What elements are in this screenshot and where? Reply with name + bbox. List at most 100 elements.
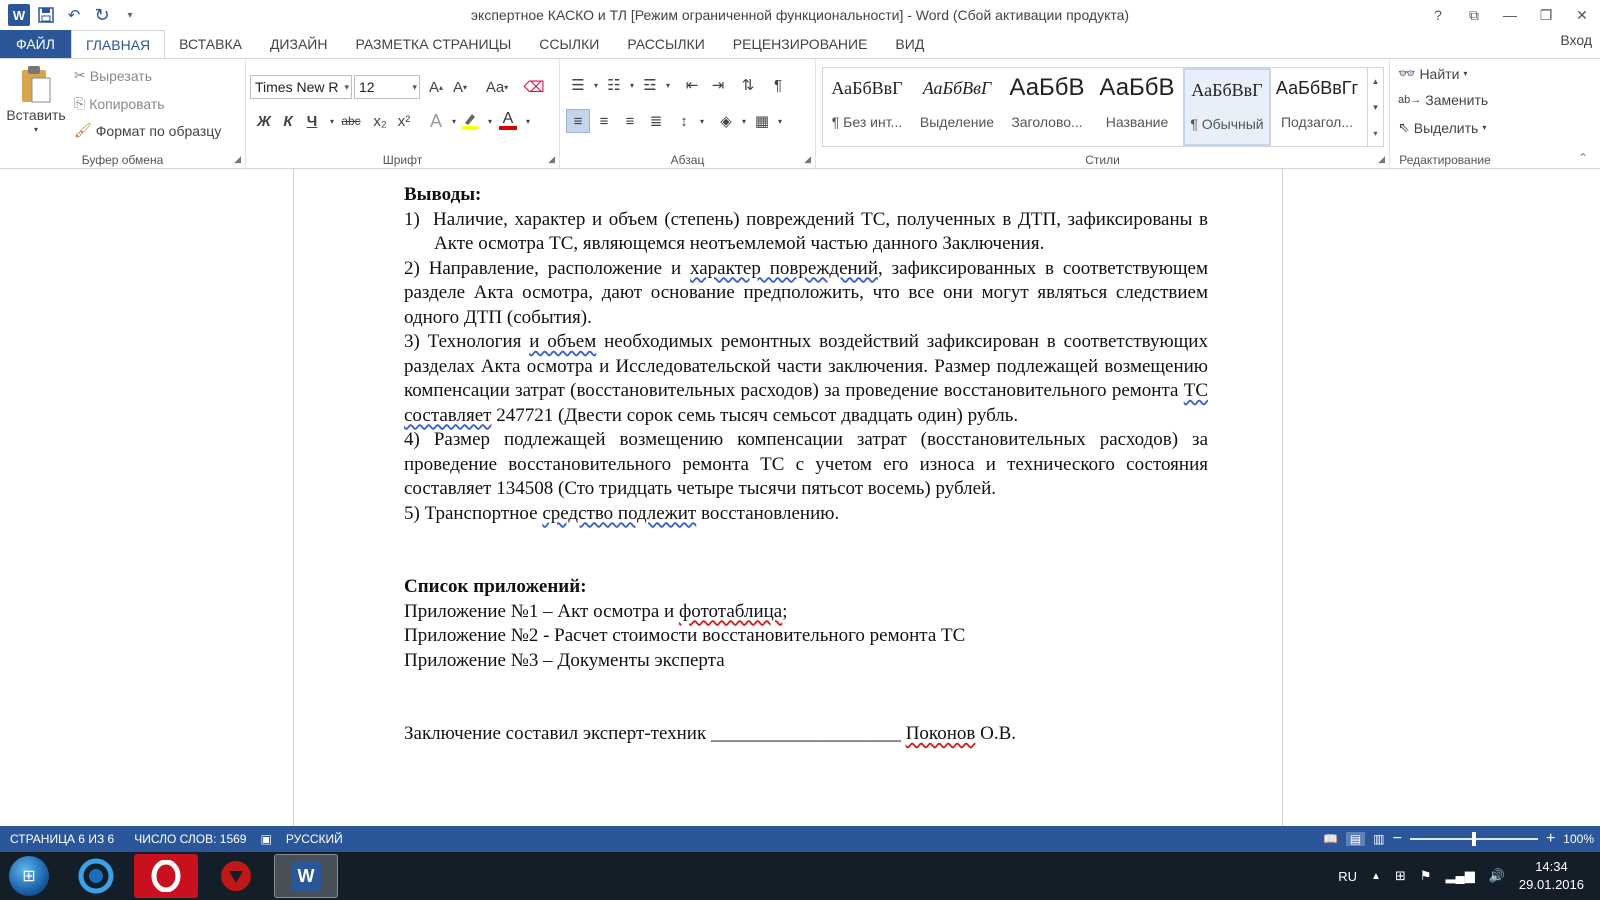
sort-icon[interactable]: ⇅	[736, 73, 760, 97]
bold-button[interactable]: Ж	[252, 109, 276, 133]
subscript-button[interactable]: x₂	[368, 109, 392, 133]
tab-insert[interactable]: ВСТАВКА	[165, 30, 256, 58]
show-marks-button[interactable]: ¶	[766, 73, 790, 97]
styles-more-icon[interactable]: ▾	[1373, 129, 1377, 138]
restore-button[interactable]: ❐	[1528, 0, 1564, 30]
font-family-value: Times New R	[255, 79, 339, 95]
cursor-icon: ⇖	[1398, 119, 1410, 135]
style-normal[interactable]: АаБбВвГ ¶ Обычный	[1183, 68, 1271, 146]
font-family-select[interactable]: Times New R ▾	[250, 75, 352, 99]
shrink-font-icon[interactable]: A ▾	[448, 75, 472, 99]
input-language[interactable]: RU	[1338, 869, 1357, 884]
start-button[interactable]: ⊞	[0, 852, 58, 900]
clipboard-launcher-icon[interactable]: ◢	[234, 154, 241, 165]
tab-review[interactable]: РЕЦЕНЗИРОВАНИЕ	[719, 30, 882, 58]
action-center-icon[interactable]: ⚑	[1420, 868, 1432, 884]
minimize-button[interactable]: —	[1492, 0, 1528, 30]
paragraph-launcher-icon[interactable]: ◢	[804, 154, 811, 165]
collapse-ribbon-icon[interactable]: ⌃	[1578, 151, 1588, 165]
italic-button[interactable]: К	[276, 109, 300, 133]
zoom-out-icon[interactable]: −	[1393, 830, 1402, 848]
help-button[interactable]: ?	[1420, 0, 1456, 30]
undo-icon[interactable]: ↶	[62, 3, 86, 27]
paste-dropdown-icon[interactable]: ▾	[34, 125, 38, 134]
text-run: Приложение №1 – Акт осмотра и	[404, 600, 679, 622]
network-icon[interactable]: ▂▄▆	[1446, 868, 1475, 884]
word-app-icon[interactable]: W	[8, 4, 30, 26]
zoom-slider[interactable]	[1409, 832, 1538, 846]
tab-design[interactable]: ДИЗАЙН	[256, 30, 342, 58]
find-button[interactable]: 👓 Найти ▾	[1398, 65, 1467, 82]
tab-file[interactable]: ФАЙЛ	[0, 30, 71, 58]
close-button[interactable]: ✕	[1564, 0, 1600, 30]
tab-page-layout[interactable]: РАЗМЕТКА СТРАНИЦЫ	[341, 30, 525, 58]
style-emphasis[interactable]: АаБбВвГ Выделение	[913, 68, 1001, 146]
tab-home[interactable]: ГЛАВНАЯ	[70, 30, 166, 58]
select-button[interactable]: ⇖ Выделить ▾	[1398, 119, 1486, 136]
grow-font-icon[interactable]: A ▴	[424, 75, 448, 99]
page-count[interactable]: СТРАНИЦА 6 ИЗ 6	[0, 832, 124, 846]
style-heading[interactable]: АаБбВ Заголово...	[1003, 68, 1091, 146]
taskbar-app-word[interactable]: W	[274, 854, 338, 898]
replace-button[interactable]: ab→ Заменить	[1398, 92, 1488, 108]
attachments-heading: Список приложений:	[404, 576, 587, 597]
multilevel-dropdown-icon[interactable]: ▾	[656, 73, 680, 97]
word-count[interactable]: ЧИСЛО СЛОВ: 1569	[124, 832, 256, 846]
taskbar-app-opera[interactable]	[134, 854, 198, 898]
text-run: ;	[782, 600, 788, 622]
font-size-select[interactable]: 12 ▾	[354, 75, 420, 99]
zoom-in-icon[interactable]: +	[1546, 830, 1555, 848]
save-icon[interactable]	[34, 3, 58, 27]
print-layout-icon[interactable]: ▤	[1345, 832, 1366, 846]
styles-down-icon[interactable]: ▼	[1372, 103, 1380, 112]
clear-formatting-icon[interactable]: ⌫	[522, 75, 546, 99]
styles-up-icon[interactable]: ▲	[1372, 77, 1380, 86]
align-right-icon[interactable]: ≡	[618, 109, 642, 133]
sign-in-link[interactable]: Вход	[1560, 32, 1592, 48]
line-spacing-dropdown-icon[interactable]: ▾	[690, 109, 714, 133]
style-subtitle[interactable]: АаБбВвГг Подзагол...	[1273, 68, 1361, 146]
zoom-slider-thumb[interactable]	[1471, 832, 1476, 846]
strikethrough-button[interactable]: abc	[336, 109, 366, 133]
web-layout-icon[interactable]: ▥	[1373, 832, 1384, 846]
change-case-button[interactable]: Aa ▾	[480, 75, 514, 99]
tab-references[interactable]: ССЫЛКИ	[525, 30, 613, 58]
game-shield-icon	[221, 861, 251, 891]
tray-expand-icon[interactable]: ▲	[1371, 871, 1381, 882]
style-no-spacing[interactable]: АаБбВвГ ¶ Без инт...	[823, 68, 911, 146]
taskbar-app-browser[interactable]	[64, 854, 128, 898]
style-title[interactable]: АаБбВ Название	[1093, 68, 1181, 146]
cut-button[interactable]: ✂ Вырезать	[74, 67, 152, 84]
superscript-button[interactable]: x²	[392, 109, 416, 133]
windows-logo-icon: ⊞	[9, 856, 49, 896]
align-center-icon[interactable]: ≡	[592, 109, 616, 133]
ribbon-display-icon[interactable]: ⧉	[1456, 0, 1492, 30]
font-color-dropdown-icon[interactable]: ▾	[516, 109, 540, 133]
font-launcher-icon[interactable]: ◢	[548, 154, 555, 165]
increase-indent-icon[interactable]: ⇥	[706, 73, 730, 97]
borders-dropdown-icon[interactable]: ▾	[768, 109, 792, 133]
format-painter-button[interactable]: 🖌 Формат по образцу	[74, 122, 221, 139]
document-text[interactable]: Выводы: 1) Наличие, характер и объем (ст…	[404, 183, 1208, 747]
align-left-icon[interactable]: ≡	[566, 109, 590, 133]
decrease-indent-icon[interactable]: ⇤	[680, 73, 704, 97]
windows-flag-icon[interactable]: ⊞	[1395, 868, 1406, 884]
copy-button[interactable]: ⎘ Копировать	[74, 95, 165, 112]
customize-toolbar-icon[interactable]: ▾	[118, 3, 142, 27]
change-case-label: Aa	[485, 78, 505, 96]
clock[interactable]: 14:34 29.01.2016	[1519, 858, 1584, 894]
styles-launcher-icon[interactable]: ◢	[1378, 154, 1385, 165]
taskbar-app-game[interactable]	[204, 854, 268, 898]
document-page[interactable]: Выводы: 1) Наличие, характер и объем (ст…	[293, 169, 1283, 826]
paste-button[interactable]: Вставить ▾	[6, 65, 66, 145]
volume-icon[interactable]: 🔊	[1489, 868, 1505, 884]
read-mode-icon[interactable]: 📖	[1323, 832, 1338, 846]
tab-mailings[interactable]: РАССЫЛКИ	[613, 30, 718, 58]
redo-icon[interactable]: ↻	[90, 3, 114, 27]
proofing-icon[interactable]: ▣	[256, 832, 275, 846]
tab-view[interactable]: ВИД	[881, 30, 938, 58]
justify-icon[interactable]: ≣	[644, 109, 668, 133]
language-indicator[interactable]: РУССКИЙ	[276, 832, 353, 846]
zoom-level[interactable]: 100%	[1563, 832, 1594, 846]
font-size-dropdown-icon: ▾	[412, 82, 417, 92]
